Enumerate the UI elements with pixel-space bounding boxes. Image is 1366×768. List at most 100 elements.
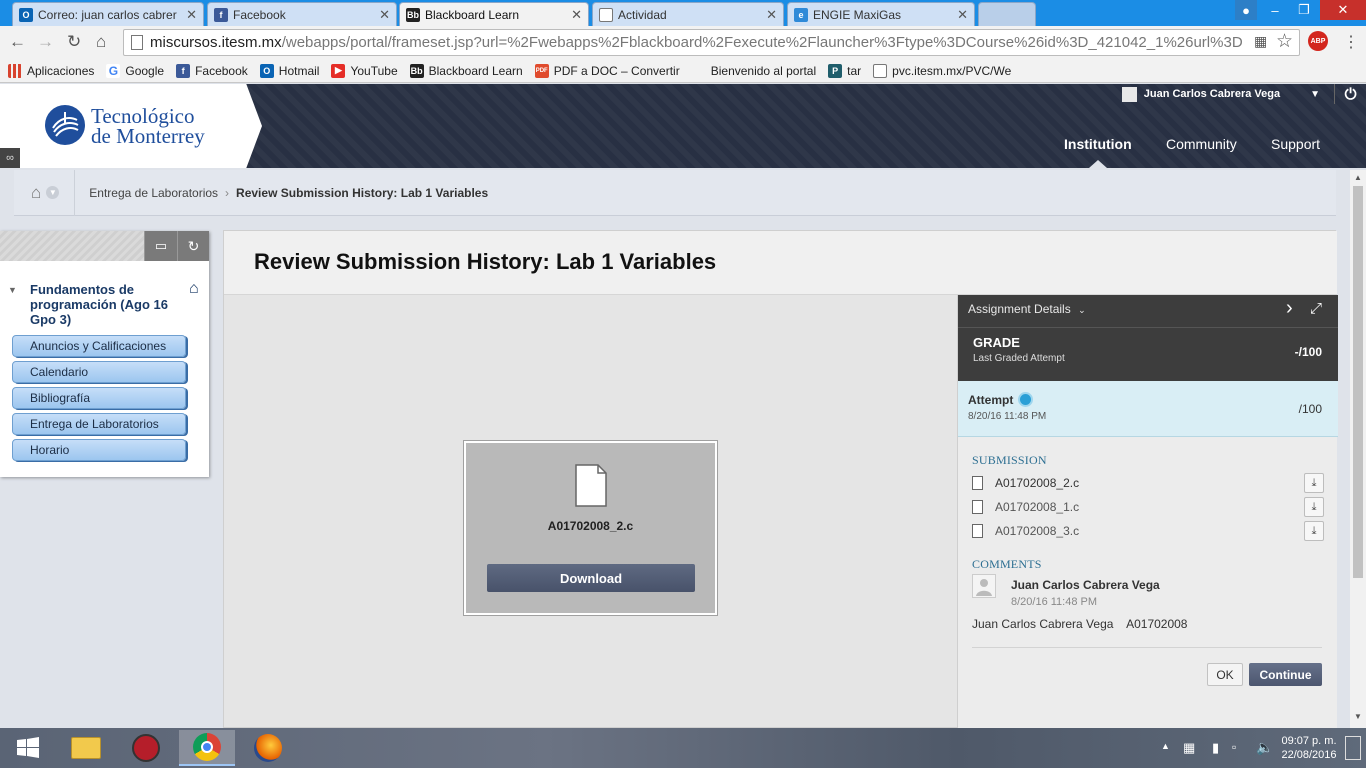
assignment-details-toggle[interactable]: Assignment Details ⌄ [968, 302, 1086, 316]
refresh-icon[interactable]: ↻ [177, 231, 209, 261]
notifications-icon[interactable] [1345, 736, 1361, 760]
attempt-label: Attempt [968, 392, 1014, 407]
profile-icon[interactable]: ● [1235, 0, 1257, 20]
close-icon[interactable]: ✕ [766, 7, 777, 23]
tab-institution[interactable]: Institution [1064, 136, 1132, 152]
file-preview: A01702008_2.c Download [463, 440, 718, 616]
ok-button[interactable]: OK [1207, 663, 1243, 686]
attempt-value: /100 [1298, 402, 1322, 416]
download-icon[interactable]: ⤓ [1304, 521, 1324, 541]
file-name[interactable]: A01702008_2.c [995, 476, 1079, 490]
adblock-icon[interactable]: ABP [1308, 31, 1328, 51]
page-scrollbar[interactable]: ▲ ▼ [1350, 170, 1366, 728]
minimize-button[interactable]: – [1262, 0, 1288, 20]
battery-icon[interactable]: ▮ [1212, 740, 1219, 756]
attempt-row[interactable]: Attempt 8/20/16 11:48 PM /100 [958, 381, 1338, 437]
clock[interactable]: 09:07 p. m. 22/08/2016 [1279, 734, 1339, 762]
tab-blackboard[interactable]: Bb Blackboard Learn ✕ [399, 2, 589, 26]
page-title: Review Submission History: Lab 1 Variabl… [254, 249, 717, 274]
reload-icon[interactable]: ↻ [67, 32, 81, 52]
back-icon[interactable]: ← [9, 32, 26, 52]
menu-item-horario[interactable]: Horario [12, 439, 186, 461]
download-icon[interactable]: ⤓ [1304, 473, 1324, 493]
download-icon[interactable]: ⤓ [1304, 497, 1324, 517]
close-icon[interactable]: ✕ [571, 7, 582, 23]
signal-icon[interactable]: ▫ [1232, 740, 1236, 754]
page-icon [599, 7, 613, 22]
avatar [1121, 86, 1137, 102]
tab-facebook[interactable]: f Facebook ✕ [207, 2, 397, 26]
tab-actividad[interactable]: Actividad ✕ [592, 2, 784, 26]
address-bar[interactable]: miscursos.itesm.mx/webapps/portal/frames… [123, 29, 1300, 56]
collapse-triangle-icon[interactable]: ▼ [8, 285, 17, 295]
chevron-down-icon[interactable]: ▼ [46, 186, 60, 199]
close-icon[interactable]: ✕ [379, 7, 390, 23]
link-icon[interactable]: ∞ [0, 148, 20, 168]
window-close-button[interactable]: ✕ [1320, 0, 1366, 20]
bookmark-facebook[interactable]: f Facebook [176, 63, 248, 78]
breadcrumb: ⌂ ▼ Entrega de Laboratorios › Review Sub… [14, 169, 1336, 216]
scrollbar-thumb[interactable] [1353, 186, 1363, 578]
breadcrumb-parent[interactable]: Entrega de Laboratorios [89, 186, 218, 200]
start-button[interactable] [0, 730, 56, 766]
bookmark-portal[interactable]: Bienvenido al portal [692, 64, 816, 78]
chevron-down-icon[interactable]: ▼ [1310, 89, 1320, 100]
avatar [972, 574, 996, 598]
institution-logo[interactable]: Tecnológico de Monterrey [0, 84, 262, 168]
chrome-icon[interactable] [179, 730, 235, 766]
bookmark-hotmail[interactable]: O Hotmail [259, 63, 319, 78]
course-home-icon[interactable]: ⌂ [189, 280, 199, 298]
bookmark-youtube[interactable]: ▶ YouTube [331, 63, 398, 78]
bookmark-star-icon[interactable]: ☆ [1276, 30, 1293, 53]
tab-community[interactable]: Community [1166, 136, 1237, 152]
restore-button[interactable]: ❐ [1290, 0, 1318, 20]
network-status-icon[interactable]: ▦ [1183, 740, 1195, 756]
menu-display-icon[interactable]: ▭ [144, 231, 177, 261]
home-icon[interactable]: ⌂ [31, 183, 41, 203]
scroll-down-icon[interactable]: ▼ [1354, 712, 1362, 721]
submission-file[interactable]: A01702008_2.c ⤓ [972, 473, 1324, 493]
menu-item-anuncios[interactable]: Anuncios y Calificaciones [12, 335, 186, 357]
forward-icon[interactable]: → [37, 32, 54, 52]
tec-seal-icon [45, 105, 85, 145]
tab-correo[interactable]: O Correo: juan carlos cabrer ✕ [12, 2, 204, 26]
bookmark-tar[interactable]: Ptar [828, 63, 861, 78]
page-settings-icon[interactable]: ▦ [1254, 33, 1267, 50]
course-title[interactable]: Fundamentos de programación (Ago 16 Gpo … [30, 282, 180, 327]
continue-button[interactable]: Continue [1249, 663, 1322, 686]
bookmark-blackboard[interactable]: Bb Blackboard Learn [409, 63, 523, 78]
menu-item-calendario[interactable]: Calendario [12, 361, 186, 383]
tab-support[interactable]: Support [1271, 136, 1320, 152]
menu-item-bibliografia[interactable]: Bibliografía [12, 387, 186, 409]
menu-icon[interactable]: ⋮ [1343, 32, 1359, 52]
home-icon[interactable]: ⌂ [96, 32, 106, 52]
menu-item-entrega[interactable]: Entrega de Laboratorios [12, 413, 186, 435]
expand-icon[interactable]: ⤢ [1310, 300, 1322, 317]
divider [958, 327, 1338, 328]
file-name[interactable]: A01702008_1.c [995, 500, 1079, 514]
app-red-icon[interactable] [118, 730, 174, 766]
user-name[interactable]: Juan Carlos Cabrera Vega [1144, 88, 1280, 100]
volume-icon[interactable]: 🔈 [1256, 739, 1273, 756]
close-icon[interactable]: ✕ [186, 7, 197, 23]
bookmark-pdf[interactable]: PDF PDF a DOC – Convertir [534, 63, 680, 78]
bookmark-google[interactable]: G Google [106, 63, 164, 78]
chevron-right-icon[interactable]: › [1286, 297, 1293, 320]
tray-expand-icon[interactable]: ▲ [1161, 741, 1170, 751]
submission-file[interactable]: A01702008_1.c ⤓ [972, 497, 1324, 517]
tar-icon: P [828, 63, 843, 78]
new-tab-button[interactable] [978, 2, 1036, 26]
logout-power-icon[interactable]: ⏻ [1334, 84, 1366, 104]
file-explorer-icon[interactable] [58, 730, 114, 766]
blank-icon [692, 64, 706, 78]
close-icon[interactable]: ✕ [957, 7, 968, 23]
tab-engie[interactable]: e ENGIE MaxiGas ✕ [787, 2, 975, 26]
bookmark-pvc[interactable]: pvc.itesm.mx/PVC/We [873, 63, 1011, 78]
firefox-icon[interactable] [240, 730, 296, 766]
scroll-up-icon[interactable]: ▲ [1354, 173, 1362, 182]
bookmark-apps[interactable]: Aplicaciones [8, 63, 94, 78]
submission-file[interactable]: A01702008_3.c ⤓ [972, 521, 1324, 541]
file-name[interactable]: A01702008_3.c [995, 524, 1079, 538]
download-button[interactable]: Download [487, 564, 695, 592]
submission-label: SUBMISSION [972, 453, 1047, 467]
